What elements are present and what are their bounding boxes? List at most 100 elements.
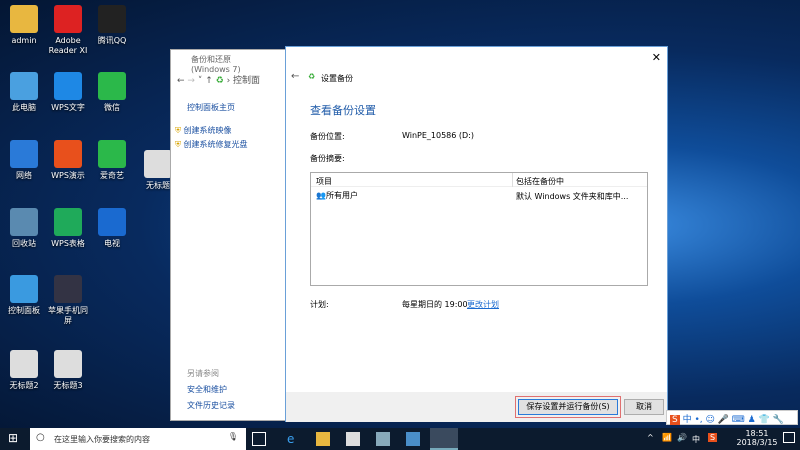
nav-bar: ← → ˅ ↑ ♻ › 控制面 <box>177 76 261 86</box>
file-history-link[interactable]: 文件历史记录 <box>187 400 235 411</box>
ime-toolbar[interactable]: S 中 •, ☺ 🎤 ⌨ ♟ 👕 🔧 <box>666 410 798 425</box>
task-view-icon[interactable] <box>252 432 266 446</box>
desktop-icon-label: 网络 <box>16 171 32 180</box>
app-icon <box>98 72 126 100</box>
save-and-run-button[interactable]: 保存设置并运行备份(S) <box>518 399 618 415</box>
app-icon <box>98 208 126 236</box>
create-repair-disc-link[interactable]: ⛨ 创建系统修复光盘 <box>175 139 248 150</box>
security-maintenance-link[interactable]: 安全和维护 <box>187 384 227 395</box>
summary-table: 项目 包括在备份中 👥所有用户 默认 Windows 文件夹和库中... <box>310 172 648 286</box>
desktop-icon-label: WPS文字 <box>51 103 85 112</box>
start-button[interactable]: ⊞ <box>8 431 18 445</box>
network-app-icon[interactable] <box>376 432 390 446</box>
cancel-button[interactable]: 取消 <box>624 399 664 415</box>
volume-icon[interactable]: 🔊 <box>677 433 687 442</box>
file-explorer-icon[interactable] <box>316 432 330 446</box>
desktop-icon-label: 回收站 <box>12 239 36 248</box>
backup-taskbar-item[interactable] <box>430 428 458 450</box>
breadcrumb[interactable]: 控制面 <box>233 76 260 86</box>
desktop-icon-label: admin <box>11 36 37 45</box>
clock[interactable]: 18:51 2018/3/15 <box>732 429 782 447</box>
location-value: WinPE_10586 (D:) <box>402 131 474 140</box>
row-included: 默认 Windows 文件夹和库中... <box>516 192 629 201</box>
sogou-icon: S <box>670 415 680 425</box>
column-header-item[interactable]: 项目 <box>316 176 332 187</box>
schedule-label: 计划: <box>310 300 329 309</box>
desktop-icon[interactable]: 控制面板 <box>2 275 46 316</box>
edge-icon[interactable]: e <box>287 432 301 446</box>
up-button[interactable]: ↑ <box>205 76 213 86</box>
app-icon <box>10 350 38 378</box>
control-panel-home-link[interactable]: 控制面板主页 <box>187 102 235 113</box>
microphone-icon[interactable]: 🎙 <box>228 432 238 441</box>
app-icon <box>10 72 38 100</box>
desktop-icon-label: 控制面板 <box>8 306 40 315</box>
desktop-icon-label: WPS演示 <box>51 171 85 180</box>
backup-restore-window: 备份和还原(Windows 7) ← → ˅ ↑ ♻ › 控制面 控制面板主页 … <box>170 49 290 421</box>
desktop-icon[interactable]: 苹果手机同屏 <box>46 275 90 326</box>
app-icon <box>54 208 82 236</box>
see-also-label: 另请参阅 <box>187 369 219 378</box>
close-button[interactable]: ✕ <box>652 51 661 64</box>
app-icon <box>10 208 38 236</box>
app-icon <box>54 350 82 378</box>
remote-app-icon[interactable] <box>406 432 420 446</box>
desktop-icon-label: 此电脑 <box>12 103 36 112</box>
search-box[interactable]: ○ 在这里输入你要搜索的内容 🎙 <box>30 428 246 450</box>
desktop-icon[interactable]: 无标题2 <box>2 350 46 391</box>
show-hidden-icons[interactable]: ^ <box>647 433 654 442</box>
desktop-icon[interactable]: 无标题3 <box>46 350 90 391</box>
input-language[interactable]: 中 <box>692 434 700 445</box>
app-icon <box>10 5 38 33</box>
dialog-title: 设置备份 <box>321 74 353 83</box>
back-arrow-icon[interactable]: ← <box>291 71 299 82</box>
create-system-image-link[interactable]: ⛨ 创建系统映像 <box>175 125 232 136</box>
desktop-icon[interactable]: 爱奇艺 <box>90 140 134 181</box>
app-icon <box>98 140 126 168</box>
location-label: 备份位置: <box>310 132 345 141</box>
table-row[interactable]: 👥所有用户 <box>316 190 358 201</box>
desktop-icon[interactable]: 此电脑 <box>2 72 46 113</box>
window-title: 备份和还原(Windows 7) <box>191 55 241 74</box>
back-button[interactable]: ← <box>177 76 185 86</box>
desktop-icon[interactable]: WPS文字 <box>46 72 90 113</box>
app-icon <box>54 275 82 303</box>
desktop-icon-label: 电视 <box>104 239 120 248</box>
forward-button[interactable]: → <box>187 76 195 86</box>
time: 18:51 <box>745 429 769 438</box>
app-icon <box>10 140 38 168</box>
schedule-value: 每星期日的 19:00 <box>402 300 468 309</box>
column-header-included[interactable]: 包括在备份中 <box>516 176 564 187</box>
taskbar: ⊞ ○ 在这里输入你要搜索的内容 🎙 e ^ 📶 🔊 中 S 18:51 2018… <box>0 428 800 450</box>
desktop-icon[interactable]: Adobe Reader XI <box>46 5 90 56</box>
ime-lang[interactable]: 中 <box>683 415 692 425</box>
store-icon[interactable] <box>346 432 360 446</box>
desktop-icon-label: 腾讯QQ <box>97 36 127 45</box>
network-icon[interactable]: 📶 <box>662 433 672 442</box>
desktop-icon[interactable]: WPS表格 <box>46 208 90 249</box>
desktop-icon[interactable]: 网络 <box>2 140 46 181</box>
app-icon <box>54 5 82 33</box>
desktop-icon-label: WPS表格 <box>51 239 85 248</box>
change-schedule-link[interactable]: 更改计划 <box>467 299 499 310</box>
app-icon <box>98 5 126 33</box>
users-icon: 👥 <box>316 191 326 200</box>
app-icon <box>54 72 82 100</box>
desktop-icon-label: 无标题3 <box>53 381 83 390</box>
setup-backup-dialog: ✕ ← ♻ 设置备份 查看备份设置 备份位置: WinPE_10586 (D:)… <box>285 46 668 422</box>
search-placeholder: 在这里输入你要搜索的内容 <box>54 435 150 444</box>
notification-icon[interactable] <box>783 432 795 443</box>
desktop-icon[interactable]: 回收站 <box>2 208 46 249</box>
app-icon <box>54 140 82 168</box>
desktop-icon[interactable]: 电视 <box>90 208 134 249</box>
desktop-icon[interactable]: 微信 <box>90 72 134 113</box>
row-item: 所有用户 <box>325 191 358 200</box>
app-icon <box>10 275 38 303</box>
date: 2018/3/15 <box>736 438 778 447</box>
app-icon <box>144 150 172 178</box>
sogou-tray-icon[interactable]: S <box>708 433 718 442</box>
desktop-icon[interactable]: admin <box>2 5 46 46</box>
desktop-icon[interactable]: WPS演示 <box>46 140 90 181</box>
desktop-icon[interactable]: 腾讯QQ <box>90 5 134 46</box>
cortana-icon: ○ <box>36 432 45 443</box>
